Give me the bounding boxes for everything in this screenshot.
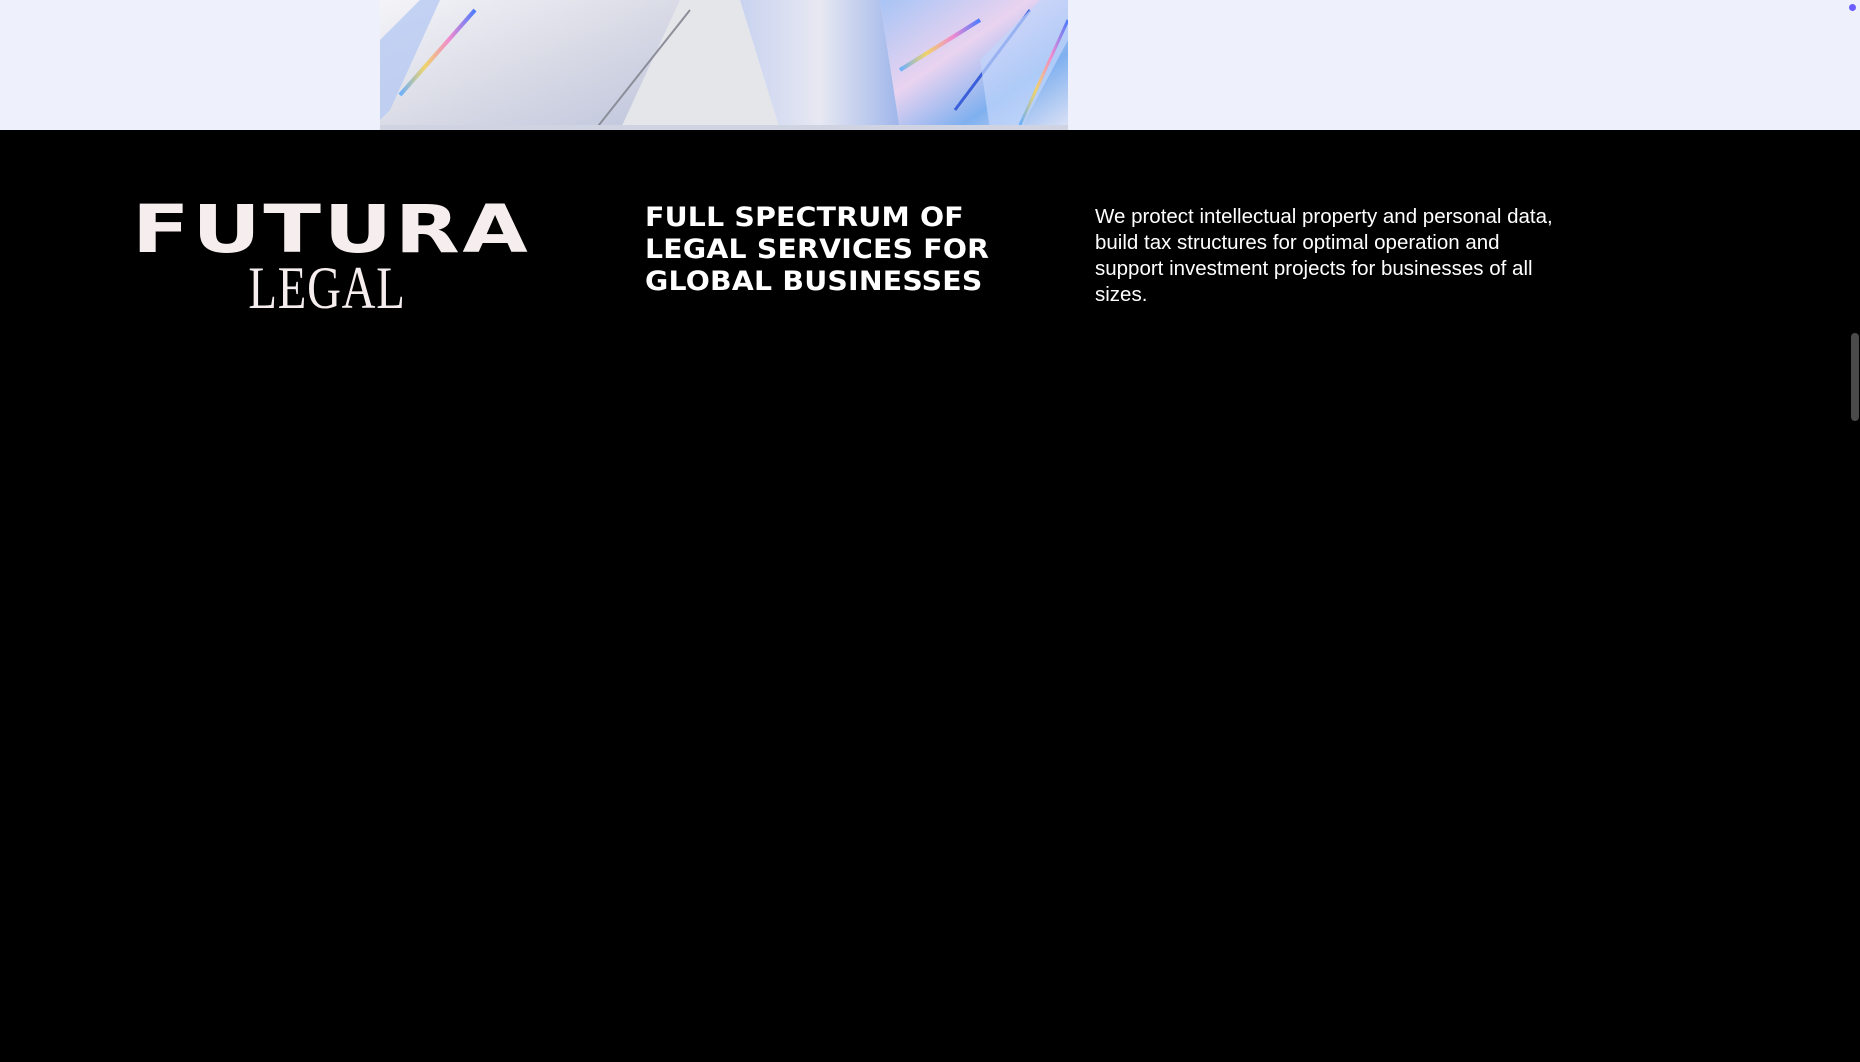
scrollbar-thumb[interactable] [1851, 333, 1859, 421]
brand-name-top: FUTURA [132, 191, 531, 268]
scrollbar-track[interactable] [1848, 130, 1860, 1062]
brand-name-bottom: LEGAL [248, 255, 406, 321]
footer-tagline: FULL SPECTRUM OF LEGAL SERVICES FOR GLOB… [645, 202, 990, 297]
scroll-dot-icon [1849, 4, 1856, 11]
footer-description: We protect intellectual property and per… [1095, 205, 1553, 306]
hero-image-strip [0, 0, 1860, 130]
footer: FUTURA LEGAL FULL SPECTRUM OF LEGAL SERV… [0, 130, 1860, 1062]
crystal-image [380, 0, 1068, 130]
brand-logo[interactable]: FUTURA LEGAL [132, 197, 528, 321]
page: FUTURA LEGAL FULL SPECTRUM OF LEGAL SERV… [0, 0, 1860, 1062]
